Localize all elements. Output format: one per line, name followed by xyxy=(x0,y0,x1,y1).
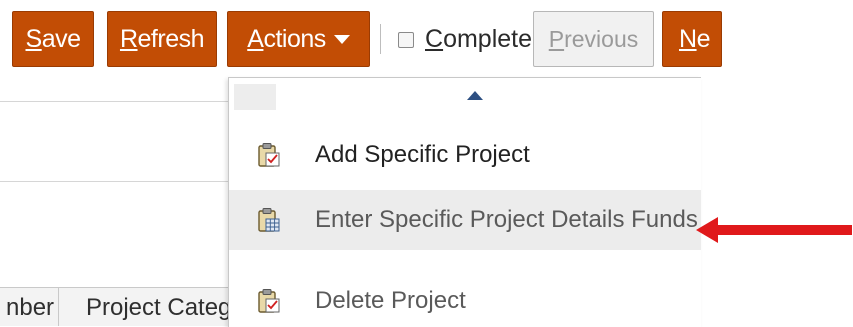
scroll-up-arrow-icon[interactable] xyxy=(467,91,483,100)
actions-mnemonic: A xyxy=(247,24,264,53)
column-header-number[interactable]: nber xyxy=(6,294,54,322)
actions-label: ctions xyxy=(263,24,326,53)
toolbar-separator xyxy=(380,24,381,54)
previous-mnemonic: P xyxy=(548,25,565,52)
column-divider xyxy=(58,288,59,326)
actions-button[interactable]: Actions xyxy=(227,11,370,67)
clipboard-grid-icon xyxy=(258,208,280,232)
caret-down-icon xyxy=(333,34,350,44)
refresh-label: efresh xyxy=(137,24,205,53)
clipboard-check-icon xyxy=(258,143,280,167)
complete-checkbox[interactable] xyxy=(398,32,414,48)
menu-top-tab xyxy=(234,84,276,110)
column-header-project-category[interactable]: Project Catego xyxy=(86,294,228,322)
refresh-button[interactable]: Refresh xyxy=(107,11,217,67)
next-mnemonic: N xyxy=(679,24,697,53)
menu-item-label: Add Specific Project xyxy=(315,141,530,168)
clipboard-check-icon xyxy=(258,289,280,313)
save-button[interactable]: Save xyxy=(12,11,94,67)
complete-label-text: omplete xyxy=(443,25,533,53)
next-button[interactable]: Ne xyxy=(662,11,722,67)
actions-dropdown-menu: Add Specific Project Enter Specific Proj… xyxy=(228,77,701,327)
annotation-arrow-icon xyxy=(696,217,852,243)
menu-item-delete-project[interactable]: Delete Project xyxy=(229,271,701,327)
page-divider xyxy=(0,181,232,182)
complete-mnemonic: C xyxy=(425,25,444,53)
previous-button[interactable]: Previous xyxy=(533,11,654,67)
previous-label: revious xyxy=(564,25,639,52)
save-mnemonic: S xyxy=(25,24,43,53)
refresh-mnemonic: R xyxy=(119,24,138,53)
save-label: ave xyxy=(41,24,81,53)
next-label: e xyxy=(696,24,711,53)
menu-item-enter-specific-project-details-funds[interactable]: Enter Specific Project Details Funds xyxy=(229,190,701,250)
page-divider xyxy=(0,101,232,102)
complete-label[interactable]: Complete xyxy=(425,25,532,54)
menu-item-label: Delete Project xyxy=(315,287,466,314)
menu-item-label: Enter Specific Project Details Funds xyxy=(315,206,698,233)
menu-item-add-specific-project[interactable]: Add Specific Project xyxy=(229,125,701,185)
